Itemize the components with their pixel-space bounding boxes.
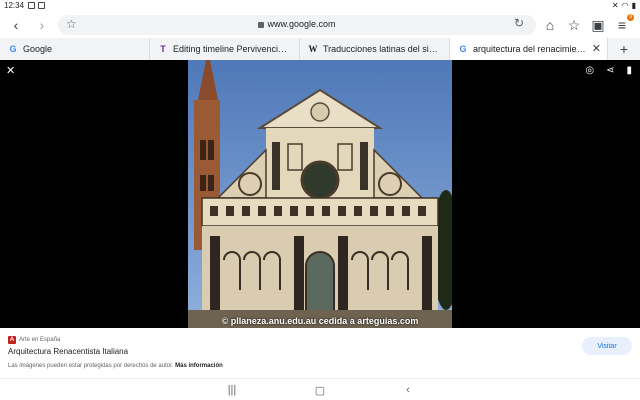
image-info-panel: A Arte en España Arquitectura Renacentis… (0, 328, 640, 378)
browser-toolbar: ‹ › ☆ www.google.com ↻ ⌂ ☆ ▣ ≡ 9 (0, 12, 640, 38)
tab-google[interactable]: G Google (0, 38, 150, 60)
tab-arquitectura[interactable]: G arquitectura del renacimient... ✕ (450, 38, 608, 60)
mute-icon: ✕ (611, 1, 619, 10)
wikipedia-icon: W (308, 44, 318, 54)
source-name: Arte en España (19, 337, 61, 343)
wifi-icon: ◠ (621, 1, 629, 10)
back-icon[interactable]: ‹ (398, 382, 418, 398)
back-button[interactable]: ‹ (6, 15, 26, 35)
forward-button[interactable]: › (32, 15, 52, 35)
copyright-notice: Las imágenes pueden estar protegidas por… (8, 363, 223, 369)
status-bar: 12:34 ✕ ◠ ▮ (0, 0, 640, 12)
gallery-icon (28, 2, 35, 9)
close-icon[interactable]: ✕ (6, 64, 15, 77)
result-title[interactable]: Arquitectura Renacentista Italiana (8, 347, 128, 356)
bookmarks-button[interactable]: ☆ (564, 15, 584, 35)
santa-maria-novella-image (188, 60, 452, 328)
menu-badge: 9 (627, 14, 634, 21)
system-icons: ✕ ◠ ▮ (612, 1, 636, 10)
tabs-button[interactable]: ▣ (588, 15, 608, 35)
close-tab-icon[interactable]: ✕ (592, 42, 601, 55)
tab-strip: G Google T Editing timeline Pervivencia … (0, 38, 640, 60)
tab-label: Google (23, 44, 53, 54)
church-photo[interactable]: © pllaneza.anu.edu.au cedida a arteguias… (188, 60, 452, 328)
tab-editing-timeline[interactable]: T Editing timeline Pervivencia de l... (150, 38, 300, 60)
site-logo-icon: A (8, 336, 16, 344)
source-row[interactable]: A Arte en España (8, 336, 60, 344)
visit-button[interactable]: Visitar (582, 337, 632, 355)
address-bar[interactable]: ☆ www.google.com ↻ (58, 15, 536, 35)
url-text: www.google.com (267, 19, 336, 29)
notification-icons (28, 2, 45, 9)
tab-label: arquitectura del renacimient... (473, 44, 587, 54)
bookmark-icon[interactable]: ▮ (626, 65, 632, 76)
more-info-link[interactable]: Más información (175, 363, 223, 369)
new-tab-button[interactable]: + (608, 38, 640, 60)
status-time: 12:34 (4, 1, 25, 10)
image-viewer: ✕ ◎ ⋖ ▮ © pllaneza.anu.edu.au cedida a a… (0, 60, 640, 328)
home-button[interactable]: ⌂ (540, 15, 560, 35)
google-icon: G (459, 44, 467, 54)
tab-wikipedia[interactable]: W Traducciones latinas del siglo XI... (300, 38, 450, 60)
viewer-actions: ◎ ⋖ ▮ (585, 65, 632, 76)
notice-text: Las imágenes pueden estar protegidas por… (8, 363, 174, 369)
lock-icon (258, 21, 265, 28)
image-watermark: © pllaneza.anu.edu.au cedida a arteguias… (221, 316, 419, 326)
share-icon[interactable]: ⋖ (606, 65, 614, 76)
reload-icon[interactable]: ↻ (514, 16, 524, 30)
mail-icon (38, 2, 45, 9)
google-icon: G (9, 44, 17, 54)
home-icon[interactable]: ▢ (310, 382, 330, 398)
recents-icon[interactable]: ||| (222, 382, 242, 398)
system-nav-bar: ||| ▢ ‹ (0, 378, 640, 400)
menu-button[interactable]: ≡ 9 (612, 14, 634, 35)
timeline-icon: T (160, 44, 166, 54)
tab-label: Traducciones latinas del siglo XI... (323, 44, 441, 54)
battery-icon: ▮ (631, 1, 636, 10)
tab-label: Editing timeline Pervivencia de l... (173, 44, 291, 54)
lens-icon[interactable]: ◎ (585, 65, 594, 76)
